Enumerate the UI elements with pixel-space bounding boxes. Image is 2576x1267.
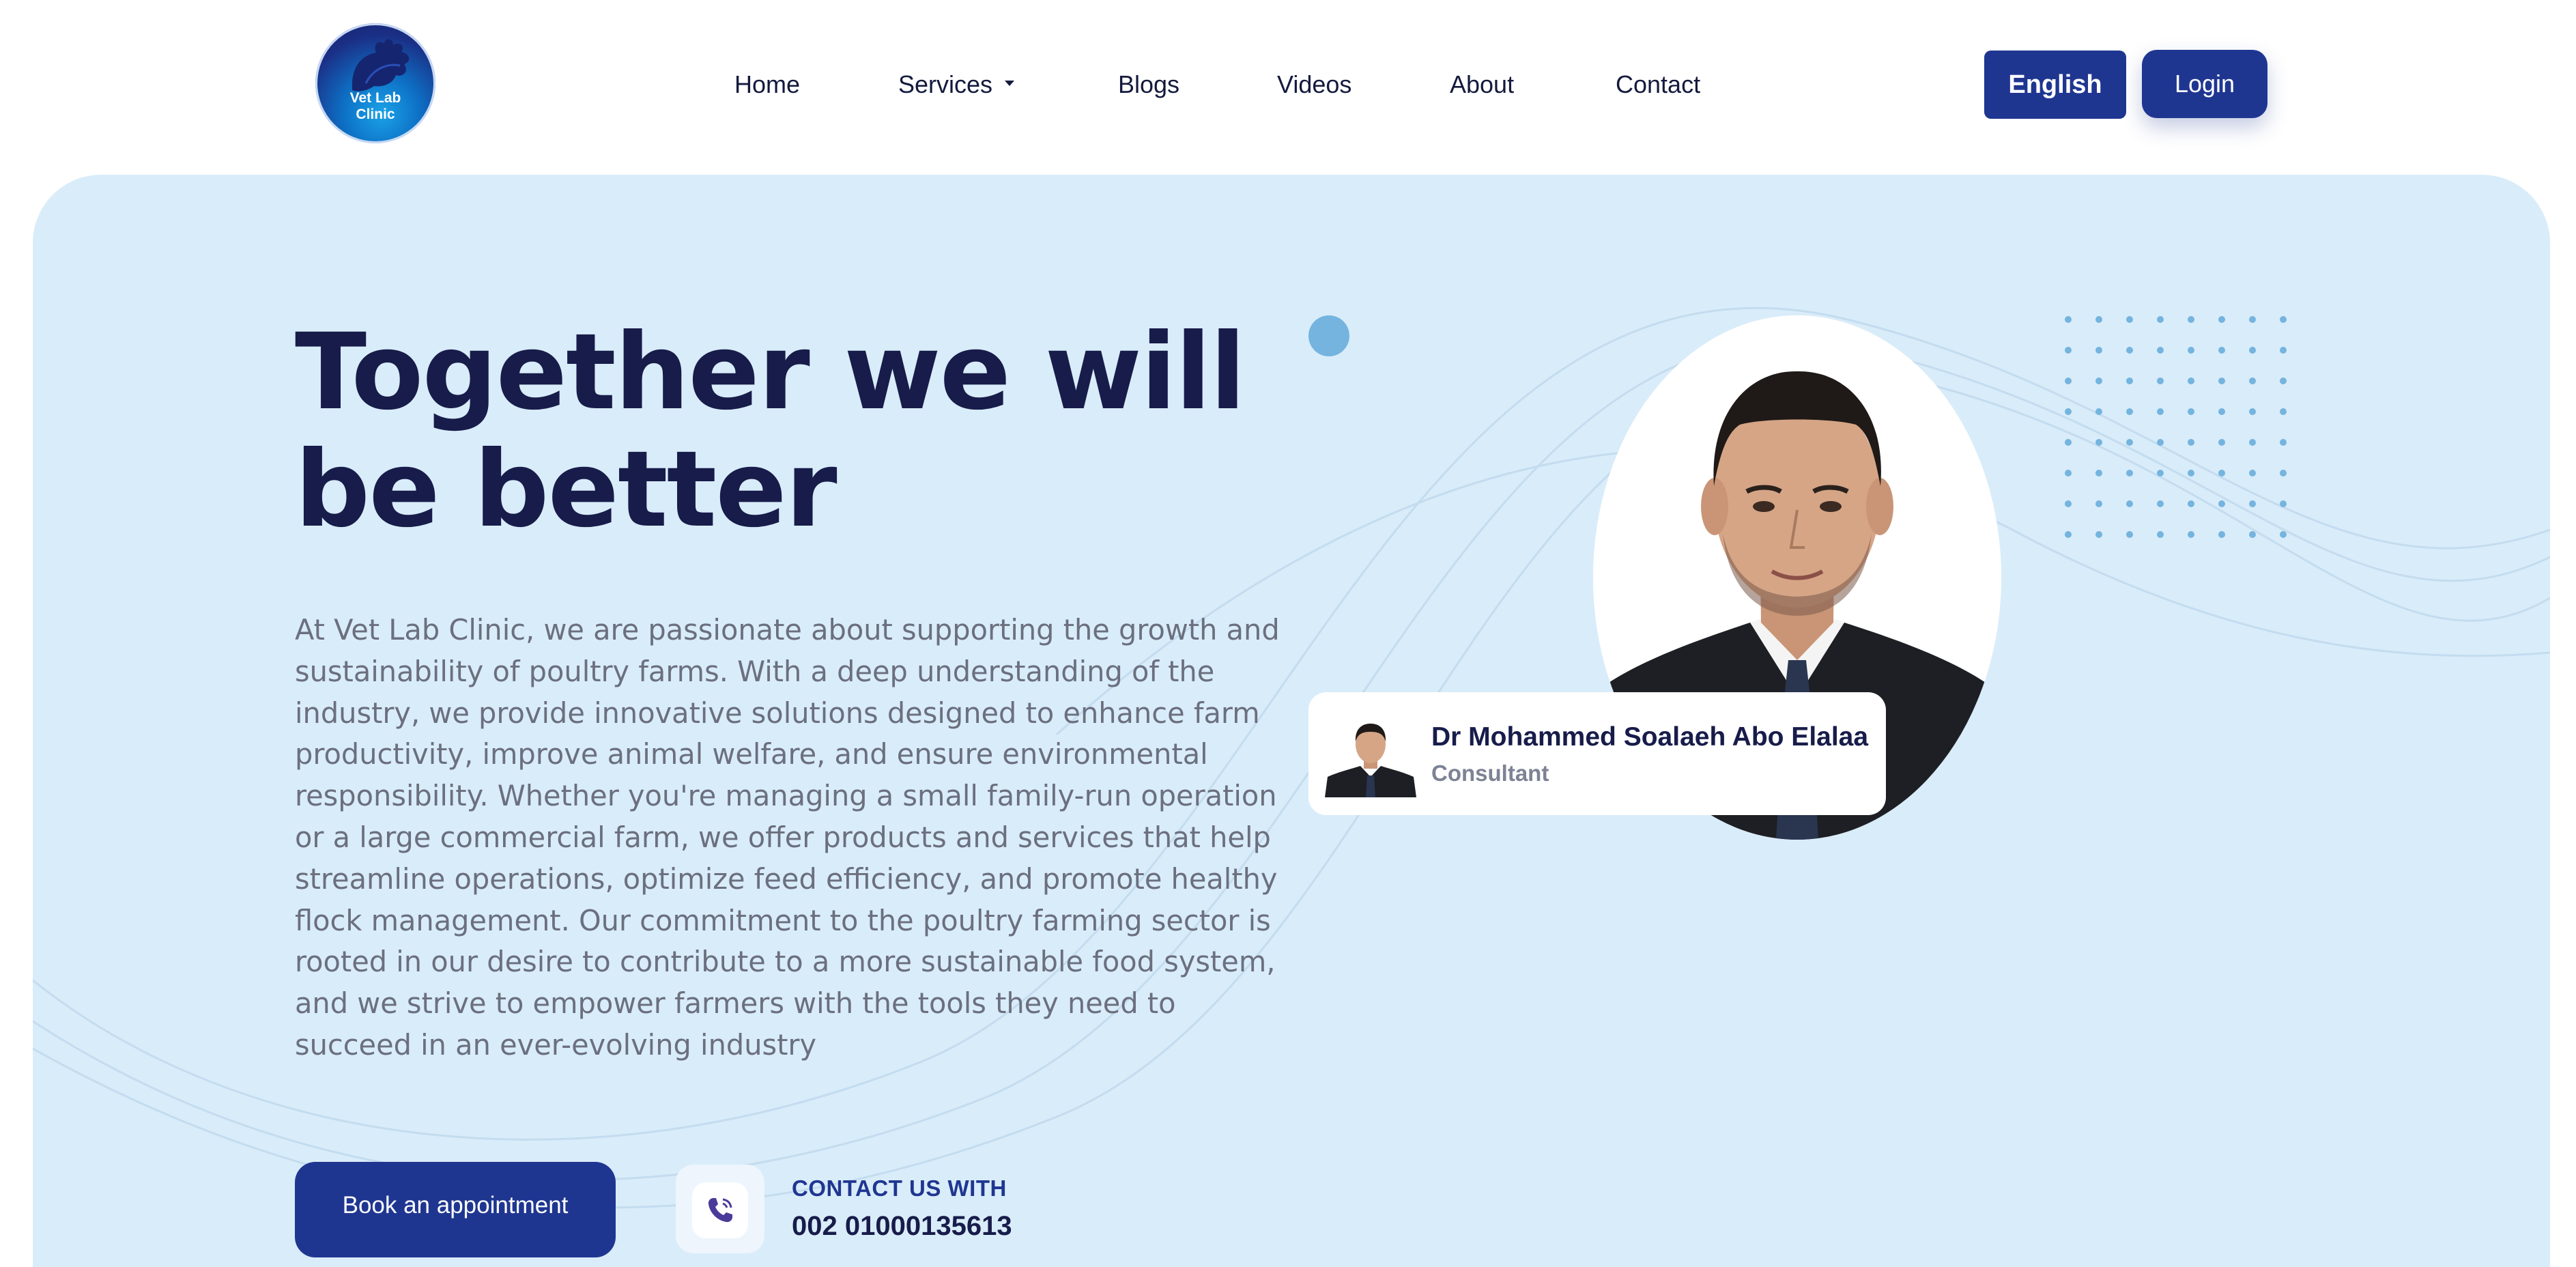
hero-headline: Together we will be better [295,311,1246,551]
nav-about[interactable]: About [1450,70,1514,99]
nav-blogs[interactable]: Blogs [1118,70,1179,99]
rooster-logo-icon [352,39,410,91]
phone-icon-container [692,1182,748,1238]
nav-videos[interactable]: Videos [1277,70,1351,99]
doctor-card[interactable]: Dr Mohammed Soalaeh Abo Elalaa Consultan… [1308,692,1886,815]
logo-text: Vet Lab Clinic [349,90,401,122]
language-label: English [2008,70,2102,99]
contact-label: CONTACT US WITH [792,1176,1007,1201]
doctor-role: Consultant [1431,760,1549,786]
doctor-thumbnail [1325,714,1416,797]
phone-icon [708,1198,732,1223]
accent-dot [1308,315,1349,356]
book-appointment-button[interactable]: Book an appointment [295,1162,616,1257]
phone-icon-box[interactable] [676,1165,764,1253]
nav-contact[interactable]: Contact [1616,70,1700,99]
nav-home[interactable]: Home [734,70,800,99]
language-select[interactable]: English [1984,51,2126,119]
contact-phone[interactable]: 002 01000135613 [792,1211,1012,1242]
dot-grid-decoration [2065,316,2287,538]
doctor-name: Dr Mohammed Soalaeh Abo Elalaa [1431,722,1869,752]
nav-services[interactable]: Services [898,70,1015,99]
chevron-down-icon [1005,81,1015,87]
hero-paragraph: At Vet Lab Clinic, we are passionate abo… [295,613,1280,1062]
logo[interactable]: Vet Lab Clinic [315,23,435,143]
nav-services-label: Services [898,70,993,98]
login-button[interactable]: Login [2142,50,2267,118]
